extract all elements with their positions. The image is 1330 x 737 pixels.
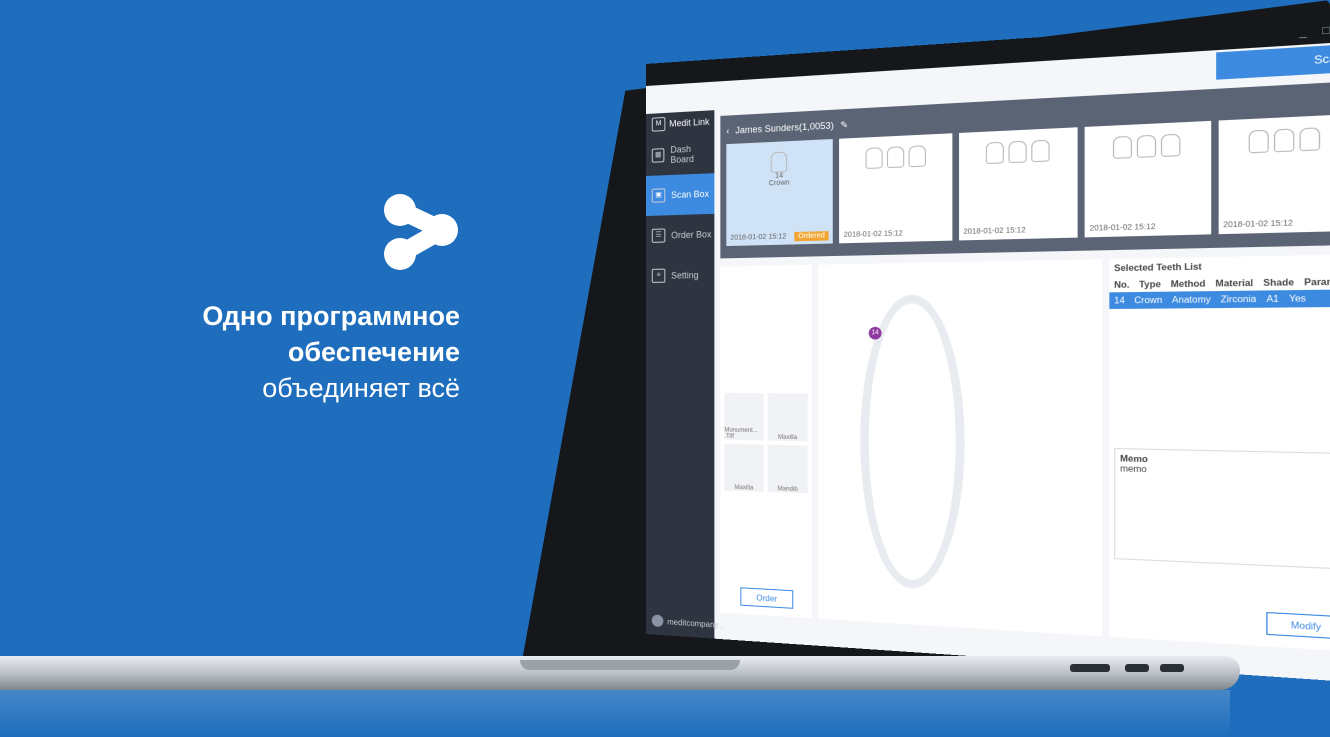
tooth-icon [1274, 128, 1294, 152]
order-box-icon: ☰ [652, 228, 666, 242]
sidebar-item-scan-box[interactable]: ▣ Scan Box [646, 173, 714, 216]
thumbnail[interactable]: Monument... .Tiff [724, 393, 763, 441]
tooth-icon [1161, 134, 1180, 157]
sidebar-item-order-box[interactable]: ☰ Order Box [646, 214, 714, 256]
port [1160, 664, 1184, 672]
sidebar-label: Dash Board [670, 143, 714, 165]
cell: 14 [1114, 296, 1125, 306]
user-profile[interactable]: meditcompany... [652, 614, 725, 631]
brand-label: Medit Link [669, 117, 709, 129]
cell: A1 [1266, 294, 1278, 304]
selected-teeth-panel: Selected Teeth List No. Type Method Mate… [1109, 254, 1330, 652]
header-cell: Parameters [1304, 276, 1330, 287]
app-screen: _ □ ✕ Scan M Medit Link ▦ Dash Board ▣ S… [646, 15, 1330, 683]
tooth-icon [986, 142, 1004, 164]
maximize-icon[interactable]: □ [1322, 24, 1330, 37]
scan-box-icon: ▣ [652, 188, 666, 203]
header-cell: Type [1139, 279, 1161, 289]
thumbnail[interactable]: Maxilla [768, 393, 808, 441]
settings-icon: ≡ [652, 269, 666, 283]
laptop-notch [520, 660, 740, 670]
tooth-chart[interactable]: 14 [818, 259, 1102, 636]
case-card-selected[interactable]: 14 Crown 2018-01-02 15:12 Ordered [726, 139, 833, 246]
sidebar-label: Setting [671, 270, 698, 281]
headline-line1: Одно программное [90, 298, 460, 334]
case-card[interactable]: 2018-01-02 15:12 [1218, 114, 1330, 234]
avatar [652, 614, 664, 627]
tooth-icon [1299, 127, 1320, 151]
case-strip: ‹ James Sunders(1,0053) ✎ 14 Crown 2018-… [720, 81, 1330, 258]
cell: Anatomy [1172, 295, 1211, 306]
card-date: 2018-01-02 15:12 [963, 227, 1025, 236]
header-cell: Material [1215, 278, 1253, 289]
tooth-icon [908, 145, 925, 167]
order-button[interactable]: Order [740, 587, 793, 609]
laptop-reflection [0, 690, 1230, 737]
port [1125, 664, 1149, 672]
card-date: 2018-01-02 15:12 [1090, 223, 1156, 233]
tooth-icon [887, 146, 904, 168]
tooth-icon [1248, 130, 1268, 154]
grid-icon: ▦ [652, 148, 665, 163]
cell: Crown [1134, 295, 1162, 305]
port [1070, 664, 1110, 672]
case-card[interactable]: 2018-01-02 15:12 [840, 133, 953, 243]
cell: Yes [1289, 293, 1306, 304]
case-card[interactable]: 2018-01-02 15:12 [959, 127, 1078, 240]
memo-box[interactable]: Memo memo [1114, 448, 1330, 570]
edit-icon[interactable]: ✎ [840, 119, 848, 131]
tooth-icon [1137, 135, 1156, 158]
headline-line3: объединяет всё [90, 370, 460, 406]
header-cell: No. [1114, 280, 1129, 290]
header-cell: Shade [1263, 277, 1294, 288]
modify-button[interactable]: Modify [1266, 612, 1330, 640]
case-card[interactable]: 2018-01-02 15:12 [1085, 121, 1211, 238]
back-icon[interactable]: ‹ [726, 126, 729, 136]
brand-icon: M [652, 117, 666, 132]
cell: Zirconia [1221, 294, 1257, 305]
scan-button[interactable]: Scan [1216, 44, 1330, 80]
sidebar: M Medit Link ▦ Dash Board ▣ Scan Box ☰ O… [646, 110, 714, 638]
thumbnail[interactable]: Maxilla [724, 444, 763, 492]
headline-line2: обеспечение [90, 334, 460, 370]
patient-name[interactable]: James Sunders(1,0053) [735, 120, 834, 135]
table-row[interactable]: 14 Crown Anatomy Zirconia A1 Yes [1109, 289, 1330, 309]
card-date: 2018-01-02 15:12 [1223, 220, 1293, 230]
attachments-panel: Monument... .Tiff Maxilla Maxilla Mandib… [720, 265, 812, 618]
sidebar-label: Scan Box [671, 189, 709, 200]
tooth-icon [1031, 140, 1049, 163]
header-cell: Method [1171, 279, 1206, 290]
thumbnail[interactable]: Mandib [768, 445, 808, 494]
tooth-icon [1008, 141, 1026, 164]
card-date: 2018-01-02 15:12 [730, 233, 786, 242]
tooth-icon [1113, 136, 1132, 159]
tooth-icon [771, 152, 787, 173]
sidebar-item-setting[interactable]: ≡ Setting [646, 254, 714, 296]
status-badge: Ordered [794, 231, 829, 241]
medit-link-logo-icon [376, 190, 460, 274]
hero: Одно программное обеспечение объединяет … [90, 190, 460, 406]
main-content: ‹ James Sunders(1,0053) ✎ 14 Crown 2018-… [714, 73, 1330, 683]
selected-tooth[interactable]: 14 [869, 327, 882, 340]
card-date: 2018-01-02 15:12 [844, 230, 903, 239]
minimize-icon[interactable]: _ [1299, 25, 1306, 38]
sidebar-item-dashboard[interactable]: ▦ Dash Board [646, 133, 714, 176]
sidebar-label: Order Box [671, 229, 711, 240]
tooth-icon [865, 147, 882, 169]
user-name: meditcompany... [667, 617, 724, 630]
